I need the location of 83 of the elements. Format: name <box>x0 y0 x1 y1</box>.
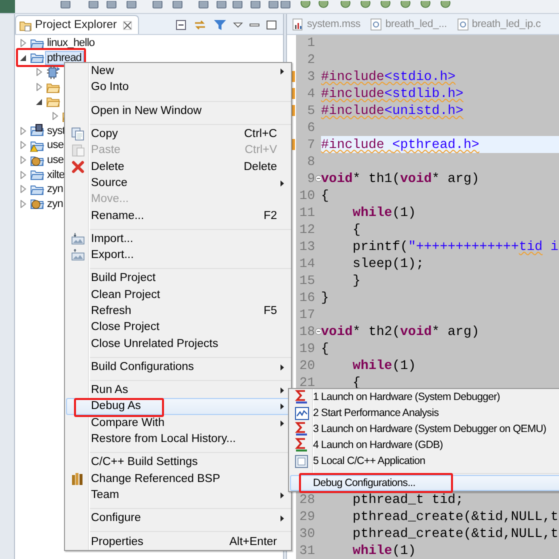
menu-item[interactable]: Close Unrelated Projects <box>66 335 290 352</box>
tree-item-label[interactable]: zyn <box>46 183 64 196</box>
menu-item[interactable]: Build Project <box>66 270 290 287</box>
line-number: 1 <box>306 35 315 50</box>
menu-item[interactable]: Go Into <box>66 79 290 96</box>
tree-item-label[interactable]: zyn <box>46 198 64 210</box>
code-line: printf("+++++++++++++tid i <box>352 239 558 254</box>
line-number: 16 <box>298 290 315 305</box>
line-number: 31 <box>298 543 315 558</box>
line-number: 29 <box>298 509 315 524</box>
code-line: sleep(1); <box>352 256 424 271</box>
code-line: } <box>321 290 329 305</box>
tree-item-label[interactable]: use <box>46 139 65 152</box>
menu-item[interactable]: 1 Launch on Hardware (System Debugger) <box>290 389 559 405</box>
menu-item[interactable]: Open in New Window <box>66 102 290 119</box>
menu-item[interactable]: Export... <box>66 246 290 264</box>
code-line: void* th2(void* arg) <box>321 324 480 339</box>
line-number: 8 <box>306 154 315 169</box>
code-line: } <box>352 273 361 288</box>
menu-item[interactable]: Debug Configurations... <box>290 475 559 491</box>
menu-item[interactable]: Source <box>66 174 290 192</box>
line-number: 9 <box>306 171 315 186</box>
menu-item[interactable]: Rename... F2 <box>66 207 290 224</box>
tree-item-label[interactable]: pthread <box>46 52 83 64</box>
menu-item[interactable]: Close Project <box>66 319 290 336</box>
line-number: 14 <box>298 256 315 271</box>
menu-item[interactable]: Compare With <box>66 414 290 431</box>
code-line: #include<stdio.h> <box>321 69 456 84</box>
line-number: 18 <box>298 324 315 339</box>
line-number: 21 <box>298 375 315 390</box>
menu-item[interactable]: 3 Launch on Hardware (System Debugger on QEMU) <box>290 421 559 437</box>
code-line: while(1) <box>352 205 416 220</box>
menu-item[interactable]: 4 Launch on Hardware (GDB) <box>290 437 559 453</box>
line-number: 12 <box>298 222 315 237</box>
code-line: { <box>352 222 361 237</box>
tree-item-label[interactable]: linux_hello <box>46 37 96 50</box>
line-number: 15 <box>298 273 315 288</box>
code-line: pthread_t tid; <box>352 492 464 507</box>
code-line: #include <pthread.h> <box>321 137 480 152</box>
tree-item-label[interactable]: use <box>46 154 65 166</box>
menu-item[interactable]: Restore from Local History... <box>66 430 290 448</box>
menu-item[interactable]: Clean Project <box>66 286 290 303</box>
menu-item[interactable]: C/C++ Build Settings <box>66 454 290 471</box>
menu-item[interactable]: Configure <box>66 510 290 526</box>
line-number: 30 <box>298 526 315 541</box>
code-line: void* th1(void* arg) <box>321 171 480 186</box>
code-line: pthread_create(&tid,NULL,t <box>352 526 558 541</box>
line-number: 11 <box>298 205 315 220</box>
line-number: 17 <box>298 307 315 322</box>
code-line: #include<unistd.h> <box>321 103 464 118</box>
menu-item[interactable]: Change Referenced BSP <box>66 470 290 487</box>
tree-item-label[interactable]: syst <box>46 124 66 137</box>
line-number: 28 <box>298 492 315 507</box>
line-number: 3 <box>306 69 315 84</box>
line-number: 6 <box>306 120 315 135</box>
tree-item-label[interactable]: xilte <box>46 168 66 181</box>
explorer-tab[interactable]: Project Explorer <box>15 15 139 34</box>
line-number: 7 <box>306 137 315 152</box>
line-number: 10 <box>298 188 315 203</box>
line-number: 13 <box>298 239 315 254</box>
menu-item[interactable]: 2 Start Performance Analysis <box>290 405 559 421</box>
menu-item[interactable]: Copy Ctrl+C <box>66 126 290 142</box>
menu-item[interactable]: Debug As <box>66 398 290 415</box>
menu-item[interactable]: Import... <box>66 230 290 247</box>
code-line: pthread_create(&tid,NULL,t <box>352 509 558 524</box>
line-number: 5 <box>306 103 315 118</box>
line-number: 19 <box>298 341 315 356</box>
code-line: { <box>321 341 329 356</box>
menu-item[interactable]: Team <box>66 486 290 504</box>
code-line: #include<stdlib.h> <box>321 86 464 101</box>
code-line: while(1) <box>352 543 416 558</box>
menu-item[interactable]: Run As <box>66 382 290 398</box>
menu-item[interactable]: Refresh F5 <box>66 302 290 320</box>
menu-item[interactable]: Delete Delete <box>66 158 290 175</box>
line-number: 20 <box>298 358 315 373</box>
code-line: { <box>321 188 329 203</box>
line-number: 4 <box>306 86 315 101</box>
menu-item[interactable]: Build Configurations <box>66 358 290 376</box>
menu-item[interactable]: Properties Alt+Enter <box>66 533 290 550</box>
code-line: while(1) <box>352 358 416 373</box>
menu-item[interactable]: 5 Local C/C++ Application <box>290 453 559 469</box>
menu-item[interactable]: New <box>66 63 290 80</box>
line-number: 2 <box>306 52 315 67</box>
